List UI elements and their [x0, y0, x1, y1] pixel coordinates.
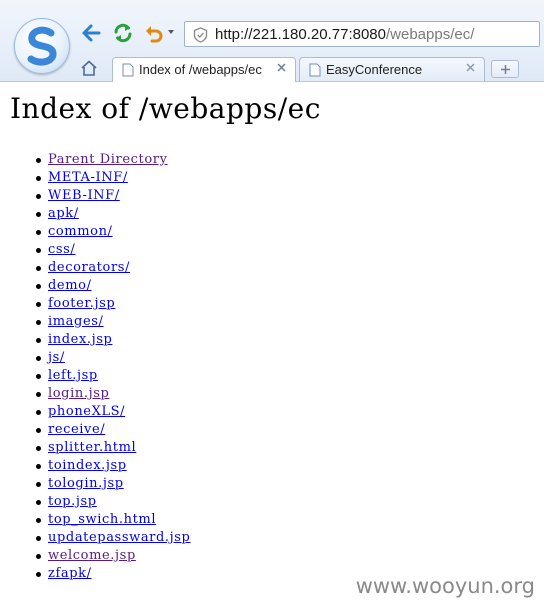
directory-link[interactable]: decorators/ [48, 260, 130, 275]
page-icon [122, 63, 134, 77]
list-item: apk/ [35, 205, 190, 223]
list-item: demo/ [35, 277, 190, 295]
directory-listing: Parent Directory META-INF/WEB-INF/apk/com… [0, 151, 190, 583]
chevron-down-icon[interactable] [168, 30, 174, 34]
list-item: common/ [35, 223, 190, 241]
list-item: css/ [35, 241, 190, 259]
directory-link[interactable]: zfapk/ [48, 566, 92, 581]
list-item: META-INF/ [35, 169, 190, 187]
directory-link[interactable]: toindex.jsp [48, 458, 127, 473]
list-item: top_swich.html [35, 511, 190, 529]
list-item: updatepassward.jsp [35, 529, 190, 547]
list-item: decorators/ [35, 259, 190, 277]
url-text[interactable]: http://221.180.20.77:8080/webapps/ec/ [215, 26, 474, 43]
directory-link[interactable]: demo/ [48, 278, 92, 293]
close-icon[interactable] [465, 62, 476, 73]
shield-icon [193, 27, 208, 43]
close-icon[interactable] [276, 62, 287, 73]
directory-link[interactable]: META-INF/ [48, 170, 128, 185]
directory-link[interactable]: css/ [48, 242, 75, 257]
back-arrow-icon [82, 24, 101, 42]
directory-link[interactable]: splitter.html [48, 440, 136, 455]
directory-link[interactable]: footer.jsp [48, 296, 115, 311]
undo-button[interactable] [143, 22, 165, 44]
directory-link[interactable]: phoneXLS/ [48, 404, 125, 419]
list-item: images/ [35, 313, 190, 331]
plus-icon [501, 65, 510, 74]
list-item: footer.jsp [35, 295, 190, 313]
list-item: js/ [35, 349, 190, 367]
list-item: receive/ [35, 421, 190, 439]
undo-icon [146, 26, 163, 43]
list-item: welcome.jsp [35, 547, 190, 565]
new-tab-button[interactable] [491, 60, 519, 78]
list-item: Parent Directory [35, 151, 190, 169]
page-title: Index of /webapps/ec [10, 92, 321, 125]
list-item: left.jsp [35, 367, 190, 385]
directory-link[interactable]: left.jsp [48, 368, 98, 383]
tab-easyconference[interactable]: EasyConference [299, 57, 485, 81]
directory-link[interactable]: index.jsp [48, 332, 112, 347]
directory-link[interactable]: welcome.jsp [48, 548, 136, 563]
directory-link[interactable]: images/ [48, 314, 104, 329]
directory-link[interactable]: receive/ [48, 422, 105, 437]
refresh-icon [114, 23, 132, 43]
watermark: www.wooyun.org [355, 574, 535, 598]
refresh-button[interactable] [112, 22, 134, 44]
directory-link[interactable]: apk/ [48, 206, 79, 221]
url-host: http://221.180.20.77:8080 [215, 26, 386, 43]
tab-index-of-webapps[interactable]: Index of /webapps/ec [112, 57, 296, 82]
list-item: top.jsp [35, 493, 190, 511]
list-item: index.jsp [35, 331, 190, 349]
home-button[interactable] [80, 59, 98, 82]
home-icon [81, 60, 97, 76]
url-path: /webapps/ec/ [385, 26, 475, 43]
directory-link[interactable]: tologin.jsp [48, 476, 124, 491]
logo-icon[interactable] [14, 18, 70, 74]
directory-link[interactable]: login.jsp [48, 386, 109, 401]
directory-link[interactable]: common/ [48, 224, 113, 239]
list-item: tologin.jsp [35, 475, 190, 493]
back-button[interactable] [80, 22, 102, 44]
list-item: login.jsp [35, 385, 190, 403]
directory-link[interactable]: Parent Directory [48, 152, 168, 167]
list-item: WEB-INF/ [35, 187, 190, 205]
directory-link[interactable]: WEB-INF/ [48, 188, 120, 203]
tab-label: Index of /webapps/ec [139, 62, 262, 77]
page-icon [309, 63, 321, 77]
directory-link[interactable]: updatepassward.jsp [48, 530, 190, 545]
list-item: toindex.jsp [35, 457, 190, 475]
list-item: phoneXLS/ [35, 403, 190, 421]
directory-link[interactable]: js/ [48, 350, 65, 365]
address-bar[interactable]: http://221.180.20.77:8080/webapps/ec/ [184, 21, 540, 47]
tab-label: EasyConference [326, 62, 423, 77]
directory-link[interactable]: top_swich.html [48, 512, 156, 527]
list-item: splitter.html [35, 439, 190, 457]
browser-toolbar: http://221.180.20.77:8080/webapps/ec/ In… [0, 0, 544, 82]
list-item: zfapk/ [35, 565, 190, 583]
directory-link[interactable]: top.jsp [48, 494, 97, 509]
